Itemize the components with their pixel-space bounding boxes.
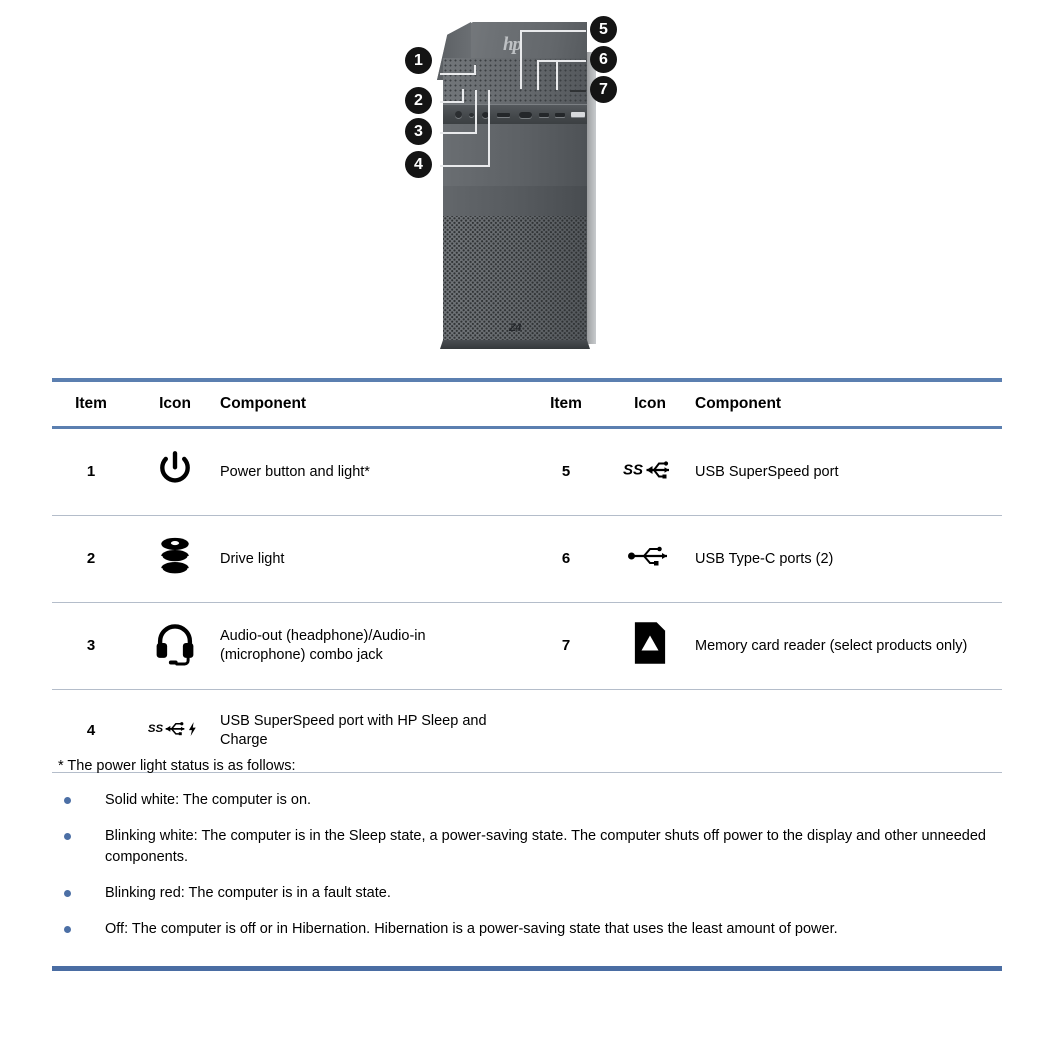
chassis-drive-bay-lower bbox=[443, 186, 587, 216]
front-port-bezel bbox=[443, 104, 587, 125]
cell-item-1: 1 bbox=[86, 463, 96, 481]
bezel-usb-sleep-charge bbox=[497, 113, 510, 117]
usb-superspeed-charge-icon: SS bbox=[147, 717, 203, 739]
usb-superspeed-icon: SS bbox=[623, 456, 677, 482]
bezel-usb-type-c-1 bbox=[539, 113, 549, 117]
bullet-icon bbox=[64, 797, 71, 804]
cell-component-2: Drive light bbox=[220, 550, 285, 567]
bullet-icon bbox=[64, 889, 71, 897]
notes-heading: * The power light status is as follows: bbox=[58, 758, 296, 774]
note-text: Blinking red: The computer is in a fault… bbox=[105, 884, 391, 901]
list-item: Solid white: The computer is on. bbox=[58, 790, 1008, 810]
bezel-drive-light bbox=[469, 113, 474, 117]
leader-line-4 bbox=[440, 165, 490, 167]
model-badge: Z4 bbox=[509, 322, 521, 334]
chassis-base bbox=[440, 340, 590, 349]
cell-icon-2 bbox=[130, 516, 220, 602]
usb-type-c-icon bbox=[627, 543, 673, 569]
chassis-upper-vent bbox=[443, 58, 587, 104]
callout-3: 3 bbox=[405, 118, 432, 145]
cell-icon-6 bbox=[605, 516, 695, 602]
cell-component-6: USB Type-C ports (2) bbox=[695, 550, 834, 567]
note-text: Blinking white: The computer is in the S… bbox=[105, 828, 986, 865]
list-item: Blinking red: The computer is in a fault… bbox=[58, 883, 1008, 903]
list-item: Blinking white: The computer is in the S… bbox=[58, 826, 1008, 867]
drive-light-icon bbox=[155, 535, 195, 577]
header-item-right: Item bbox=[550, 395, 582, 412]
table-row: 2 Drive light 6 USB Type-C ports (2) bbox=[52, 516, 1002, 602]
callout-4: 4 bbox=[405, 151, 432, 178]
leader-line-4-vert bbox=[488, 90, 490, 167]
bezel-memory-card-slot bbox=[571, 112, 585, 117]
cell-item-7: 7 bbox=[561, 637, 571, 655]
note-text: Solid white: The computer is on. bbox=[105, 792, 312, 808]
product-figure: hp Z4 1 2 3 4 5 6 7 bbox=[0, 0, 1060, 368]
cell-item-5: 5 bbox=[561, 463, 571, 481]
callout-1: 1 bbox=[405, 47, 432, 74]
svg-text:SS: SS bbox=[623, 462, 643, 479]
cell-component-1: Power button and light* bbox=[220, 463, 370, 480]
power-light-notes: * The power light status is as follows: … bbox=[58, 758, 1008, 955]
svg-text:SS: SS bbox=[148, 723, 164, 735]
leader-line-6 bbox=[537, 60, 586, 62]
table-header-row: Item Icon Component Item Icon Component bbox=[52, 382, 1002, 426]
cell-icon-5: SS bbox=[605, 429, 695, 515]
table-row: 3 Audio-out (headphone)/Audio-in (microp… bbox=[52, 603, 1002, 689]
cell-component-7: Memory card reader (select products only… bbox=[695, 637, 968, 654]
table-row: 1 Power button and light* 5 SS USB Super… bbox=[52, 429, 1002, 515]
header-icon-left: Icon bbox=[159, 395, 191, 412]
cell-component-5: USB SuperSpeed port bbox=[695, 463, 839, 480]
memory-card-icon bbox=[633, 620, 667, 666]
bezel-power-button bbox=[455, 111, 462, 118]
leader-line-3 bbox=[440, 132, 477, 134]
power-button-icon bbox=[154, 448, 196, 490]
leader-line-2-vert bbox=[462, 89, 464, 103]
bezel-usb-type-c-2 bbox=[555, 113, 565, 117]
callout-6: 6 bbox=[590, 46, 617, 73]
cell-icon-7 bbox=[605, 603, 695, 689]
component-table: Item Icon Component Item Icon Component … bbox=[52, 378, 1002, 773]
cell-item-6: 6 bbox=[561, 550, 571, 568]
bezel-usb-superspeed bbox=[519, 112, 532, 118]
leader-line-3-vert bbox=[475, 90, 477, 134]
cell-item-3: 3 bbox=[86, 637, 96, 655]
headset-icon bbox=[154, 620, 196, 666]
leader-line-5 bbox=[520, 30, 586, 32]
cell-item-2: 2 bbox=[86, 550, 96, 568]
chassis-front-grille: Z4 bbox=[443, 216, 587, 342]
leader-line-7 bbox=[570, 90, 586, 92]
list-item: Off: The computer is off or in Hibernati… bbox=[58, 919, 1008, 939]
leader-line-1-vert bbox=[474, 65, 476, 75]
cell-icon-1 bbox=[130, 429, 220, 515]
page-bottom-rule bbox=[52, 966, 1002, 971]
bullet-icon bbox=[64, 833, 71, 841]
cell-component-3: Audio-out (headphone)/Audio-in (micropho… bbox=[220, 628, 426, 663]
header-component-right: Component bbox=[695, 395, 782, 412]
callout-7: 7 bbox=[590, 76, 617, 103]
note-text: Off: The computer is off or in Hibernati… bbox=[105, 921, 838, 938]
cell-icon-3 bbox=[130, 603, 220, 689]
callout-2: 2 bbox=[405, 87, 432, 114]
header-component-left: Component bbox=[220, 395, 307, 412]
callout-5: 5 bbox=[590, 16, 617, 43]
leader-line-6-vert-b bbox=[556, 60, 558, 90]
leader-line-5-vert bbox=[520, 30, 522, 89]
header-icon-right: Icon bbox=[634, 395, 666, 412]
tower-workstation-illustration: hp Z4 bbox=[437, 22, 596, 349]
leader-line-6-vert bbox=[537, 60, 539, 90]
leader-line-1 bbox=[440, 73, 476, 75]
leader-line-2 bbox=[440, 101, 464, 103]
header-item-left: Item bbox=[75, 395, 107, 412]
bullet-icon bbox=[64, 926, 71, 934]
